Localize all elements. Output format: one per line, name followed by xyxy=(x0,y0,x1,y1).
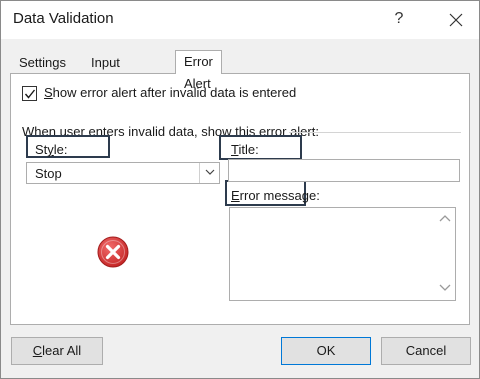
checkmark-icon xyxy=(24,89,36,99)
style-label: Style: xyxy=(35,142,68,157)
scroll-down-icon[interactable] xyxy=(439,284,451,292)
style-label-part: St xyxy=(35,142,48,157)
cancel-button[interactable]: Cancel xyxy=(381,337,471,365)
style-label-rest: le: xyxy=(53,142,68,157)
style-dropdown-arrow[interactable] xyxy=(199,163,219,183)
error-message-label: Error message: xyxy=(231,188,320,203)
clear-all-button[interactable]: Clear All xyxy=(11,337,103,365)
close-button[interactable] xyxy=(441,6,471,32)
data-validation-dialog: Data Validation ? Settings Input Message… xyxy=(0,0,480,379)
style-selected-value: Stop xyxy=(35,166,62,181)
ok-button[interactable]: OK xyxy=(281,337,371,365)
group-divider xyxy=(289,132,461,133)
clear-all-mnemonic: C xyxy=(32,343,43,358)
title-label: Title: xyxy=(231,142,259,157)
show-error-alert-mnemonic: S xyxy=(44,85,53,100)
error-message-textarea[interactable] xyxy=(229,207,456,301)
error-message-label-rest: rror message: xyxy=(239,188,320,203)
style-dropdown[interactable]: Stop xyxy=(26,162,220,184)
title-bar: Data Validation ? xyxy=(1,1,479,39)
dialog-title: Data Validation xyxy=(13,10,114,27)
tab-error-alert[interactable]: Error Alert xyxy=(175,50,222,91)
show-error-alert-text: how error alert after invalid data is en… xyxy=(52,85,297,100)
help-button[interactable]: ? xyxy=(385,6,413,32)
title-input[interactable] xyxy=(228,159,460,182)
show-error-alert-checkbox[interactable] xyxy=(22,86,37,101)
title-label-rest: itle: xyxy=(238,142,259,157)
show-error-alert-label: Show error alert after invalid data is e… xyxy=(44,85,296,100)
error-message-mnemonic: E xyxy=(231,188,240,203)
chevron-down-icon xyxy=(205,169,214,175)
tab-settings[interactable]: Settings xyxy=(11,53,74,74)
tab-input-message[interactable]: Input Message xyxy=(83,53,152,90)
scroll-up-icon[interactable] xyxy=(439,214,451,222)
error-alert-panel: Show error alert after invalid data is e… xyxy=(10,73,470,325)
close-icon xyxy=(449,13,463,26)
error-stop-icon xyxy=(97,236,129,268)
clear-all-label: lear All xyxy=(42,343,82,358)
